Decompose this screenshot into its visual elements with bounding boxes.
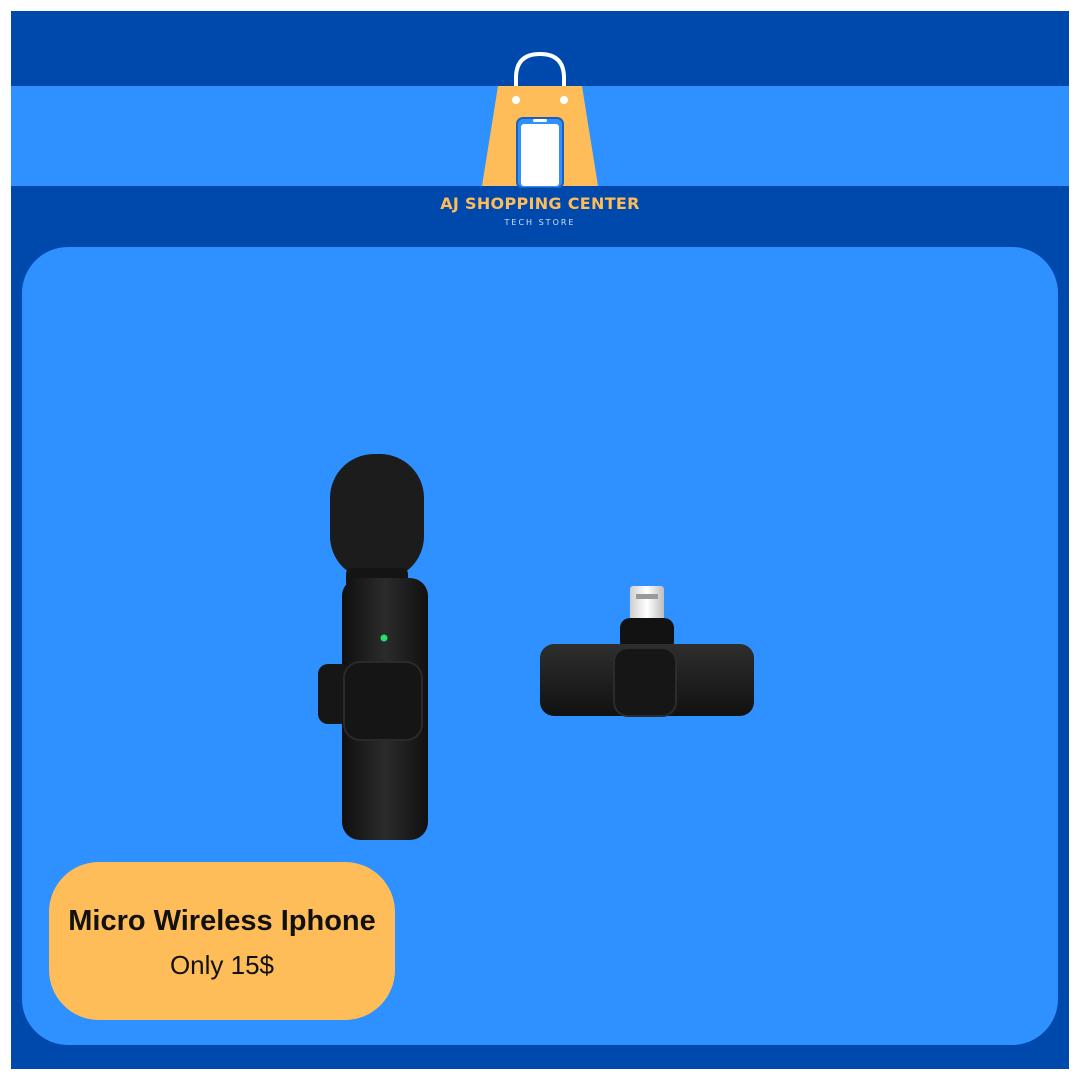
shopping-bag-phone-icon (482, 51, 598, 188)
receiver-button (613, 647, 677, 717)
price-card: Micro Wireless Iphone Only 15$ (49, 862, 395, 1020)
brand-tagline: TECH STORE (504, 218, 576, 227)
promo-canvas: AJ SHOPPING CENTER TECH STORE Micro Wire… (0, 0, 1080, 1080)
brand-name: AJ SHOPPING CENTER (440, 194, 640, 213)
mic-clip (343, 661, 423, 741)
mic-status-led (380, 634, 388, 642)
wireless-microphone-product-image (318, 454, 754, 840)
product-title: Micro Wireless Iphone (68, 905, 376, 937)
mic-foam-head (330, 454, 424, 580)
product-price: Only 15$ (169, 950, 275, 980)
